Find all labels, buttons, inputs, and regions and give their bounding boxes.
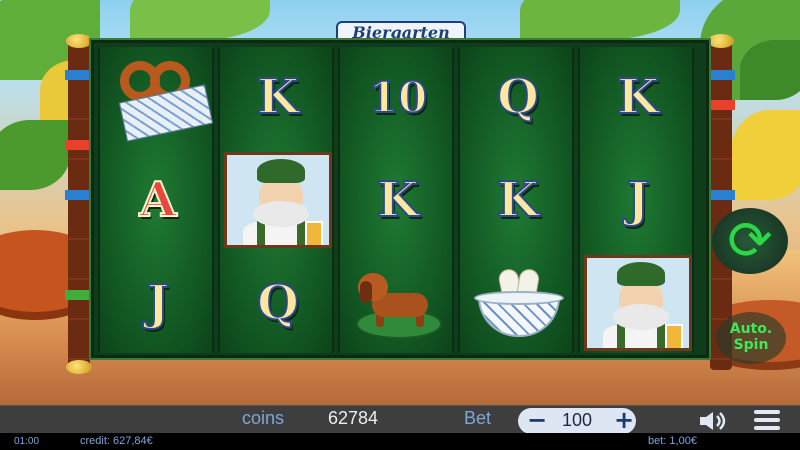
left-pole xyxy=(65,34,93,374)
reel-symbol-q: Q xyxy=(220,253,336,353)
bet-value: 100 xyxy=(562,410,593,430)
symbol-letter: K xyxy=(616,68,660,126)
bet-label: Bet xyxy=(464,408,492,428)
reel-symbol-k: K xyxy=(220,47,336,147)
symbol-letter: J xyxy=(626,171,651,229)
reel-2: K Q xyxy=(218,47,334,353)
pole-knob xyxy=(66,360,92,374)
pole-ribbon xyxy=(707,190,735,200)
auto-spin-label: Auto. xyxy=(729,321,773,337)
bet-increase-button[interactable]: + xyxy=(614,406,634,434)
bowl-rim xyxy=(474,291,564,305)
suspender xyxy=(617,324,625,348)
symbol-letter: 10 xyxy=(368,72,428,123)
suspender xyxy=(297,221,305,245)
pole-ribbon xyxy=(707,70,735,80)
reel-1: A J xyxy=(98,47,214,353)
hat xyxy=(617,262,665,286)
tree-leaves xyxy=(520,0,680,40)
reel-symbol-k: K xyxy=(340,150,456,250)
reel-symbol-weisswurst xyxy=(460,253,576,353)
suspender xyxy=(657,324,665,348)
beer-mug xyxy=(665,324,683,348)
reels-frame: A J K Q 10 K Q K K J xyxy=(91,40,709,358)
clock: 01:00 xyxy=(14,436,40,447)
spin-arrows-icon: ⟳ xyxy=(727,209,773,272)
beard xyxy=(613,304,669,330)
bet-decrease-button[interactable]: − xyxy=(527,406,547,434)
reel-symbol-k: K xyxy=(580,47,696,147)
auto-spin-label: Spin xyxy=(733,337,769,353)
symbol-letter: K xyxy=(496,171,540,229)
reel-symbol-j: J xyxy=(580,150,696,250)
pole-ribbon xyxy=(707,100,735,110)
reel-symbol-dachshund xyxy=(340,253,456,353)
symbol-letter: A xyxy=(138,171,177,229)
reel-symbol-k: K xyxy=(460,150,576,250)
tree-leaves xyxy=(0,120,70,190)
tree-leaves xyxy=(130,0,270,40)
credit-display: credit: 627,84€ xyxy=(80,435,153,447)
pretzel-icon xyxy=(110,57,214,142)
reel-symbol-a: A xyxy=(100,150,216,250)
tree-leaves xyxy=(740,40,800,100)
reel-symbol-portrait xyxy=(580,253,696,353)
pole-ribbon xyxy=(65,70,93,80)
coins-value: 62784 xyxy=(328,408,379,428)
spin-button[interactable]: ⟳ xyxy=(712,208,788,274)
tree-leaves xyxy=(730,110,800,200)
hamburger-menu-icon[interactable] xyxy=(754,410,780,432)
dachshund-icon xyxy=(350,259,446,347)
status-bar: 01:00 credit: 627,84€ bet: 1,00€ xyxy=(0,433,800,450)
reel-5: K J xyxy=(578,47,694,353)
bet-display: bet: 1,00€ xyxy=(648,435,697,447)
reel-symbol-j: J xyxy=(100,253,216,353)
beer-mug xyxy=(305,221,323,245)
symbol-letter: J xyxy=(146,274,171,332)
pole-knob xyxy=(66,34,92,48)
reel-symbol-q: Q xyxy=(460,47,576,147)
speaker-icon[interactable] xyxy=(698,410,728,432)
pole-ribbon xyxy=(65,190,93,200)
symbol-letter: K xyxy=(256,68,300,126)
pole-knob xyxy=(708,34,734,48)
suspender xyxy=(257,221,265,245)
dog-ear xyxy=(360,281,372,303)
reel-symbol-pretzel xyxy=(100,47,216,147)
reel-3: 10 K xyxy=(338,47,454,353)
pole-ribbon xyxy=(65,140,93,150)
bottom-bar: coins 62784 Bet − 100 + xyxy=(0,405,800,434)
bavarian-man-icon xyxy=(224,152,332,248)
auto-spin-button[interactable]: Auto. Spin xyxy=(716,312,786,364)
symbol-letter: Q xyxy=(256,274,300,332)
coins-label: coins xyxy=(242,408,285,428)
bavarian-man-icon xyxy=(584,255,692,351)
reel-symbol-10: 10 xyxy=(340,47,456,147)
symbol-letter: K xyxy=(376,171,420,229)
game-scene: Biergarten A J K Q 10 K Q K K J ⟳ Auto. … xyxy=(0,0,800,405)
reel-4: Q K xyxy=(458,47,574,353)
sausage-bowl-icon xyxy=(470,263,566,343)
reel-symbol-portrait xyxy=(220,150,336,250)
hat xyxy=(257,159,305,183)
beard xyxy=(253,201,309,227)
bet-selector: − 100 + xyxy=(518,406,636,434)
symbol-letter: Q xyxy=(496,68,540,126)
pole-ribbon xyxy=(65,290,93,300)
